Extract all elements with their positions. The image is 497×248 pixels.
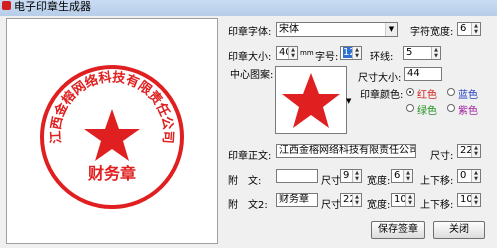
size-unit: mm xyxy=(300,49,314,57)
close-button[interactable]: 关闭 xyxy=(433,221,485,239)
att2-size-label: 尺寸 xyxy=(321,200,341,211)
att2-offset-stepper[interactable]: 10 ▲ ▼ xyxy=(457,193,481,207)
att1-offset-label: 上下移: xyxy=(420,176,454,187)
chevron-down-icon[interactable]: ▼ xyxy=(385,23,397,36)
spin-arrows-icon[interactable]: ▲ ▼ xyxy=(471,194,480,206)
spin-arrows-icon[interactable]: ▲ ▼ xyxy=(471,170,480,182)
radio-red[interactable] xyxy=(406,88,414,96)
color-red-label[interactable]: 红色 xyxy=(417,86,437,101)
spin-arrows-icon[interactable]: ▲ ▼ xyxy=(352,170,361,182)
color-label: 印章颜色: xyxy=(360,90,404,101)
color-green-label[interactable]: 绿色 xyxy=(417,102,437,117)
att1-size-label: 尺寸 xyxy=(321,176,341,187)
spin-arrows-icon[interactable]: ▲ ▼ xyxy=(431,47,440,59)
char-width-stepper[interactable]: 6 ▲ ▼ xyxy=(457,22,481,36)
att1-offset-value: 0 xyxy=(460,170,467,181)
main-text-label: 印章正文: xyxy=(228,151,272,162)
center-label: 中心图案: xyxy=(230,70,274,81)
att2-size-stepper[interactable]: 22 ▲ ▼ xyxy=(340,193,362,207)
center-star-icon xyxy=(282,73,340,128)
window-title: 电子印章生成器 xyxy=(14,0,91,13)
center-size-input[interactable]: 44 xyxy=(404,67,442,81)
main-text-input[interactable]: 江西金榕网络科技有限责任公司 xyxy=(276,144,416,158)
center-image-box[interactable] xyxy=(275,66,347,134)
ring-label: 环线: xyxy=(370,52,394,63)
char-width-value: 6 xyxy=(460,23,467,34)
ring-value: 5 xyxy=(406,47,413,58)
att2-width-stepper[interactable]: 10 ▲ ▼ xyxy=(391,193,415,207)
center-size-label: 尺寸大小: xyxy=(358,73,402,84)
seal-bottom-text: 财务章 xyxy=(87,164,136,183)
size-stepper[interactable]: 40 ▲ ▼ xyxy=(276,46,298,60)
att2-width-label: 宽度: xyxy=(367,200,391,211)
app-icon xyxy=(2,1,11,10)
spin-arrows-icon[interactable]: ▲ ▼ xyxy=(471,145,480,157)
att1-offset-stepper[interactable]: 0 ▲ ▼ xyxy=(457,169,481,183)
radio-blue[interactable] xyxy=(447,88,455,96)
spin-arrows-icon[interactable]: ▲ ▼ xyxy=(471,23,480,35)
spin-arrows-icon[interactable]: ▲ ▼ xyxy=(352,47,361,59)
title-bar: 电子印章生成器 xyxy=(0,0,497,16)
seal-svg: 江西金榕网络科技有限责任公司 财务章 xyxy=(40,65,184,209)
spin-arrows-icon[interactable]: ▲ ▼ xyxy=(403,170,412,182)
color-blue-label[interactable]: 蓝色 xyxy=(458,86,478,101)
spin-arrows-icon[interactable]: ▲ ▼ xyxy=(405,194,414,206)
seal-preview: 江西金榕网络科技有限责任公司 财务章 xyxy=(6,18,218,244)
att2-input[interactable]: 财务章 xyxy=(276,193,318,207)
att2-offset-label: 上下移: xyxy=(420,200,454,211)
att1-label: 附 文: xyxy=(228,176,262,187)
att2-label: 附 文2: xyxy=(228,200,268,211)
ring-stepper[interactable]: 5 ▲ ▼ xyxy=(403,46,441,60)
size-label: 印章大小: xyxy=(228,52,272,63)
main-text-size-label: 尺寸: xyxy=(430,151,454,162)
spin-arrows-icon[interactable]: ▲ ▼ xyxy=(352,194,361,206)
spin-arrows-icon[interactable]: ▲ ▼ xyxy=(288,47,297,59)
att1-size-stepper[interactable]: 9 ▲ ▼ xyxy=(340,169,362,183)
seal-star-icon xyxy=(84,109,140,161)
font-size-label: 字号: xyxy=(315,52,339,63)
font-select[interactable]: 宋体 ▼ xyxy=(276,22,398,37)
radio-purple[interactable] xyxy=(447,104,455,112)
font-label: 印章字体: xyxy=(228,27,272,38)
char-width-label: 字符宽度: xyxy=(410,27,454,38)
font-size-stepper[interactable]: 12 ▲ ▼ xyxy=(340,46,362,60)
att1-width-label: 宽度: xyxy=(367,176,391,187)
main-text-size-stepper[interactable]: 22 ▲ ▼ xyxy=(457,144,481,158)
att1-width-stepper[interactable]: 6 ▲ ▼ xyxy=(391,169,413,183)
att1-width-value: 6 xyxy=(394,170,401,181)
att1-input[interactable] xyxy=(276,169,318,183)
color-purple-label[interactable]: 紫色 xyxy=(458,102,478,117)
att1-size-value: 9 xyxy=(343,170,350,181)
save-seal-button[interactable]: 保存签章 xyxy=(371,221,425,239)
font-select-value: 宋体 xyxy=(279,24,299,35)
radio-green[interactable] xyxy=(406,104,414,112)
center-dropdown-icon[interactable]: ▼ xyxy=(346,97,351,105)
